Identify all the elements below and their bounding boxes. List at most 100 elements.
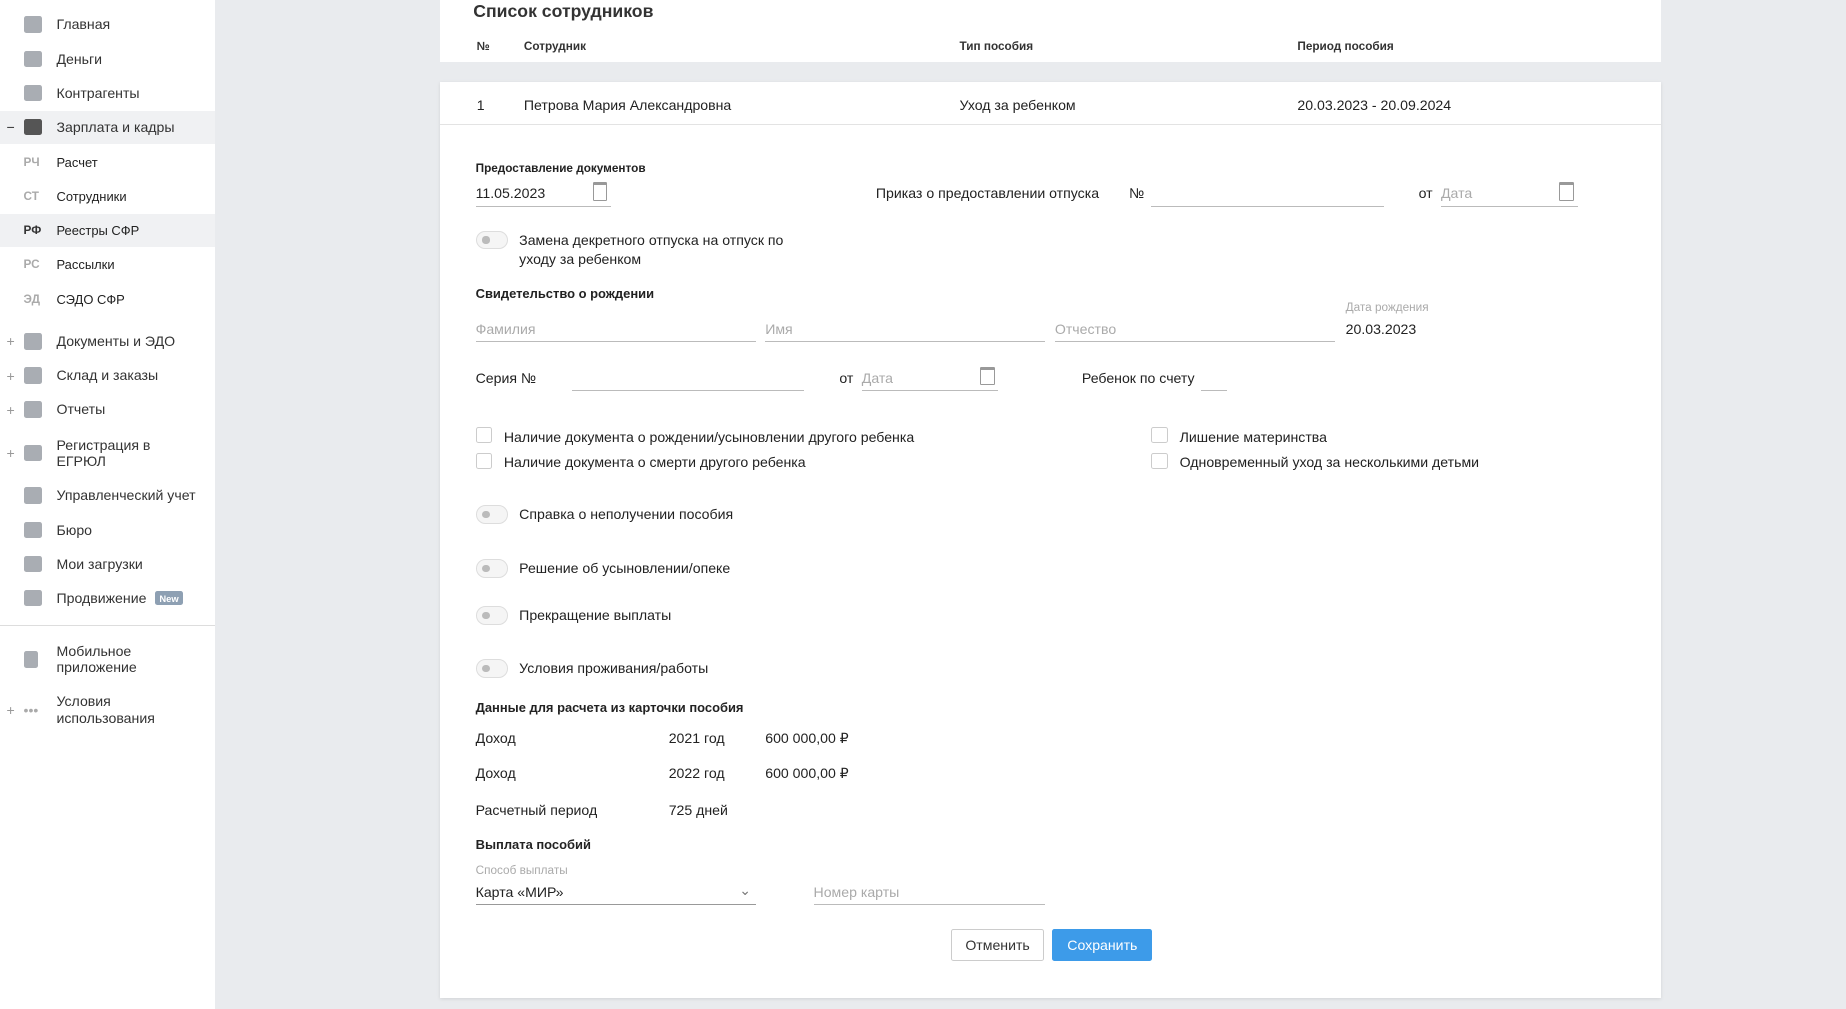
- contractors-icon: [23, 84, 43, 102]
- mobile-icon: [23, 651, 38, 668]
- row-period: 20.03.2023 - 20.09.2024: [1297, 96, 1452, 113]
- birth-date-label: Дата рождения: [1345, 301, 1429, 315]
- calc-title: Данные для расчета из карточки пособия: [475, 700, 744, 716]
- nav-reports[interactable]: + Отчеты: [0, 393, 215, 426]
- cancel-button[interactable]: Отменить: [951, 928, 1044, 962]
- expand-icon[interactable]: +: [4, 402, 18, 418]
- card-number-input[interactable]: Номер карты: [813, 884, 1046, 906]
- toggle-conditions[interactable]: [475, 659, 509, 678]
- calc-label: Доход: [475, 729, 516, 746]
- sub-registers[interactable]: РФ Реестры СФР: [0, 214, 216, 248]
- name-input[interactable]: Имя: [765, 321, 1046, 343]
- docs-label: Предоставление документов: [475, 162, 646, 176]
- sub-calc[interactable]: РЧ Расчет: [0, 146, 215, 179]
- col-type: Тип пособия: [959, 40, 1034, 54]
- expand-icon[interactable]: +: [4, 368, 18, 384]
- checkbox-death-doc[interactable]: [475, 453, 492, 470]
- replace-leave-label: Замена декретного отпуска на отпуск по у…: [519, 231, 784, 267]
- chevron-down-icon: ⌄: [739, 881, 752, 898]
- calc-period: 725 дней: [668, 801, 728, 818]
- col-period: Период пособия: [1297, 40, 1394, 54]
- nav-promotion[interactable]: Продвижение New: [0, 582, 215, 615]
- folder-icon: [23, 333, 43, 350]
- calendar-icon[interactable]: [592, 182, 608, 201]
- sub-employees[interactable]: СТ Сотрудники: [0, 180, 215, 213]
- checkbox-label: Наличие документа о смерти другого ребен…: [503, 454, 806, 471]
- order-date-input[interactable]: Дата: [1441, 182, 1578, 208]
- series-input[interactable]: [572, 370, 805, 391]
- pay-method-label: Способ выплаты: [475, 864, 568, 878]
- reports-icon: [23, 401, 43, 418]
- nav-money[interactable]: Деньги: [0, 42, 215, 75]
- toggle-non-receipt[interactable]: [475, 505, 509, 524]
- toggle-label: Условия проживания/работы: [519, 660, 709, 677]
- checkbox-other-child-doc[interactable]: [475, 427, 492, 444]
- collapse-icon[interactable]: −: [4, 119, 18, 135]
- cert-date-input[interactable]: Дата: [861, 367, 999, 391]
- toggle-termination[interactable]: [475, 606, 509, 625]
- briefcase-icon: [23, 521, 43, 538]
- col-num: №: [476, 40, 490, 54]
- nav-registration[interactable]: + Регистрация в ЕГРЮЛ: [0, 436, 215, 471]
- pay-title: Выплата пособий: [475, 837, 591, 853]
- nav-salary[interactable]: − Зарплата и кадры: [0, 110, 216, 144]
- calendar-icon[interactable]: [1559, 182, 1575, 201]
- sub-sedo[interactable]: ЭД СЭДО СФР: [0, 283, 215, 316]
- calendar-icon[interactable]: [979, 367, 995, 386]
- toggle-adoption[interactable]: [475, 559, 509, 578]
- calc-label: Расчетный период: [475, 801, 598, 818]
- pay-method-select[interactable]: Карта «МИР» ⌄: [475, 881, 756, 906]
- more-icon: •••: [23, 701, 39, 718]
- replace-leave-toggle[interactable]: [475, 230, 509, 250]
- sidebar: Главная Деньги Контрагенты − Зарплата и к…: [0, 0, 216, 1009]
- expand-icon[interactable]: +: [4, 702, 18, 718]
- nav-home[interactable]: Главная: [0, 8, 215, 41]
- expand-icon[interactable]: +: [4, 333, 18, 349]
- calc-year: 2021 год: [668, 729, 725, 746]
- date-placeholder: Дата: [861, 369, 894, 386]
- surname-input[interactable]: Фамилия: [475, 321, 756, 343]
- nav-bureau[interactable]: Бюро: [0, 513, 215, 546]
- order-num-label: №: [1129, 184, 1145, 201]
- toggle-label: Прекращение выплаты: [519, 607, 672, 624]
- folder-icon: [23, 555, 43, 573]
- birth-date-input[interactable]: 20.03.2023: [1346, 321, 1417, 337]
- docs-date-input[interactable]: 11.05.2023: [475, 182, 611, 208]
- calc-value: 600 000,00 ₽: [765, 765, 849, 782]
- pay-method-value: Карта «МИР»: [475, 884, 564, 901]
- child-order-label: Ребенок по счету: [1081, 369, 1195, 386]
- order-num-input[interactable]: [1151, 185, 1385, 208]
- nav-documents[interactable]: + Документы и ЭДО: [0, 325, 215, 358]
- new-badge: New: [154, 591, 184, 605]
- series-label: Серия №: [475, 369, 537, 386]
- row-num: 1: [476, 96, 485, 113]
- save-button[interactable]: Сохранить: [1052, 928, 1153, 962]
- nav-contractors[interactable]: Контрагенты: [0, 77, 215, 110]
- nav-downloads[interactable]: Мои загрузки: [0, 547, 215, 580]
- nav-mobile[interactable]: Мобильное приложение: [0, 642, 215, 677]
- checkbox-label: Лишение материнства: [1179, 428, 1327, 445]
- divider: [0, 625, 216, 627]
- row-type: Уход за ребенком: [959, 96, 1076, 113]
- sub-mailings[interactable]: РС Рассылки: [0, 248, 215, 281]
- employee-card: 1 Петрова Мария Александровна Уход за ре…: [440, 82, 1662, 999]
- patronymic-input[interactable]: Отчество: [1054, 321, 1336, 343]
- chart-icon: [23, 589, 43, 607]
- management-icon: [23, 487, 43, 504]
- home-icon: [23, 16, 43, 33]
- nav-terms[interactable]: + ••• Условия использования: [0, 692, 215, 727]
- child-order-input[interactable]: [1200, 370, 1227, 391]
- toggle-label: Справка о неполучении пособия: [519, 506, 734, 523]
- checkbox-label: Одновременный уход за несколькими детьми: [1179, 454, 1480, 471]
- calc-year: 2022 год: [668, 765, 725, 782]
- col-employee: Сотрудник: [523, 40, 587, 54]
- table-row[interactable]: 1 Петрова Мария Александровна Уход за ре…: [440, 82, 1662, 125]
- checkbox-label: Наличие документа о рождении/усыновлении…: [503, 428, 915, 445]
- money-icon: [23, 50, 43, 68]
- nav-warehouse[interactable]: + Склад и заказы: [0, 359, 215, 392]
- expand-icon[interactable]: +: [4, 445, 18, 461]
- checkbox-multiple-children[interactable]: [1151, 453, 1168, 470]
- nav-management[interactable]: Управленческий учет: [0, 479, 215, 512]
- employee-list-header: Список сотрудников № Сотрудник Тип пособ…: [440, 0, 1662, 63]
- checkbox-deprivation[interactable]: [1151, 427, 1168, 444]
